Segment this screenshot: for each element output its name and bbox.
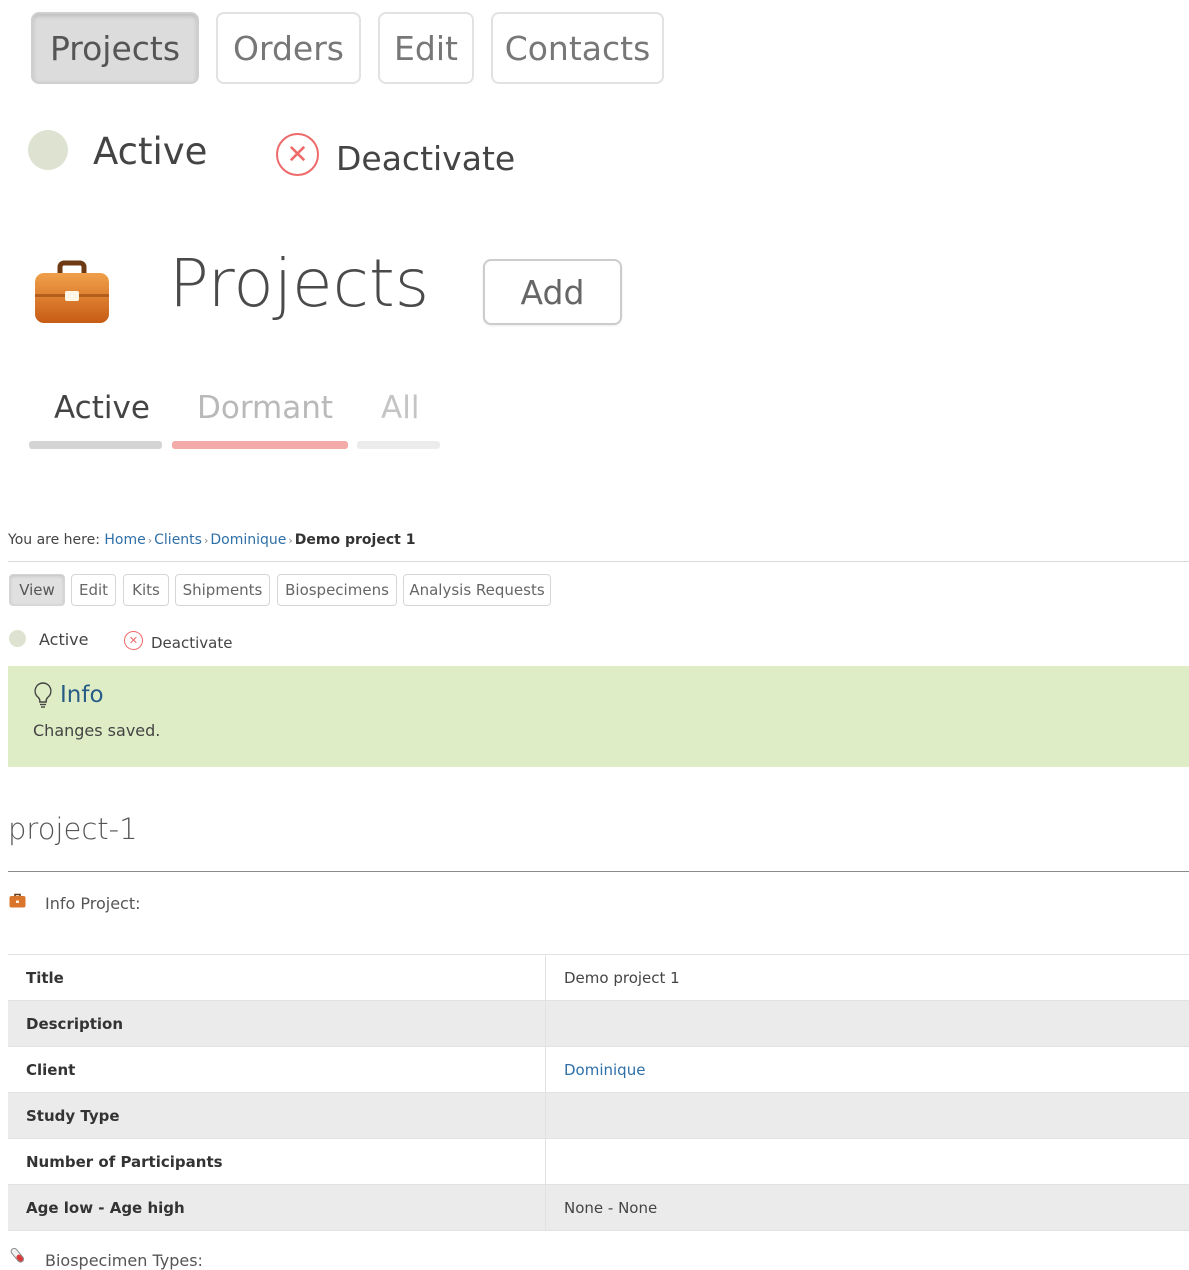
table-row: Number of Participants (8, 1138, 1189, 1185)
filter-tab-dormant[interactable]: Dormant (197, 390, 333, 426)
breadcrumb-separator: › (147, 534, 153, 547)
status-label: Active (39, 630, 89, 649)
tab-biospecimens[interactable]: Biospecimens (277, 574, 397, 606)
table-row: Title Demo project 1 (8, 954, 1189, 1001)
table-row: Study Type (8, 1092, 1189, 1139)
tab-kits[interactable]: Kits (123, 574, 169, 606)
tab-contacts[interactable]: Contacts (491, 12, 664, 84)
deactivate-link[interactable]: Deactivate (151, 634, 232, 652)
status-dot-icon (9, 630, 26, 647)
filter-underline-active (29, 441, 162, 449)
field-label: Title (8, 954, 546, 1001)
tab-view[interactable]: View (9, 574, 65, 606)
info-message: Changes saved. (33, 721, 161, 740)
tab-shipments[interactable]: Shipments (175, 574, 270, 606)
field-value: None - None (545, 1184, 1189, 1231)
briefcase-icon (9, 893, 26, 908)
breadcrumb-separator: › (203, 534, 209, 547)
field-label: Number of Participants (8, 1138, 546, 1185)
biospecimen-types-label: Biospecimen Types: (45, 1251, 203, 1270)
deactivate-icon[interactable]: ✕ (124, 631, 143, 650)
tab-analysis-requests[interactable]: Analysis Requests (403, 574, 551, 606)
status-dot-icon (28, 130, 68, 170)
breadcrumb-client[interactable]: Dominique (210, 532, 286, 548)
tab-orders[interactable]: Orders (216, 12, 361, 84)
filter-underline-all (357, 441, 440, 449)
info-title: Info (60, 682, 104, 708)
filter-tab-all[interactable]: All (381, 390, 419, 426)
status-label: Active (93, 130, 208, 173)
field-label: Age low - Age high (8, 1184, 546, 1231)
client-link[interactable]: Dominique (564, 1061, 645, 1079)
tab-edit[interactable]: Edit (378, 12, 474, 84)
table-row: Client Dominique (8, 1046, 1189, 1093)
field-label: Description (8, 1000, 546, 1047)
page-heading: Projects (169, 245, 430, 322)
info-project-label: Info Project: (45, 894, 141, 913)
field-value: Demo project 1 (545, 954, 1189, 1001)
tab-projects[interactable]: Projects (31, 12, 199, 84)
breadcrumb-current: Demo project 1 (294, 532, 416, 548)
breadcrumb: You are here: Home › Clients › Dominique › Dem… (8, 532, 415, 548)
breadcrumb-separator: › (288, 534, 293, 547)
field-label: Client (8, 1046, 546, 1093)
test-tube-icon (8, 1247, 28, 1265)
divider (8, 871, 1189, 872)
briefcase-icon (33, 260, 111, 326)
divider (8, 561, 1189, 562)
table-row: Description (8, 1000, 1189, 1047)
deactivate-link[interactable]: Deactivate (336, 139, 515, 178)
breadcrumb-home[interactable]: Home (104, 532, 145, 548)
table-row: Age low - Age high None - None (8, 1184, 1189, 1231)
filter-tab-active[interactable]: Active (54, 390, 150, 426)
field-label: Study Type (8, 1092, 546, 1139)
tab-edit-small[interactable]: Edit (71, 574, 116, 606)
field-value (545, 1092, 1189, 1139)
lightbulb-icon (32, 681, 54, 709)
field-value (545, 1000, 1189, 1047)
project-id-heading: project-1 (8, 812, 138, 846)
info-message-box (8, 666, 1189, 767)
deactivate-icon[interactable]: ✕ (276, 133, 319, 176)
breadcrumb-clients[interactable]: Clients (154, 532, 202, 548)
breadcrumb-prefix: You are here: (8, 532, 100, 548)
project-info-table: Title Demo project 1 Description Client … (8, 954, 1189, 1231)
add-button[interactable]: Add (483, 259, 622, 325)
filter-underline-dormant (172, 441, 348, 449)
field-value (545, 1138, 1189, 1185)
